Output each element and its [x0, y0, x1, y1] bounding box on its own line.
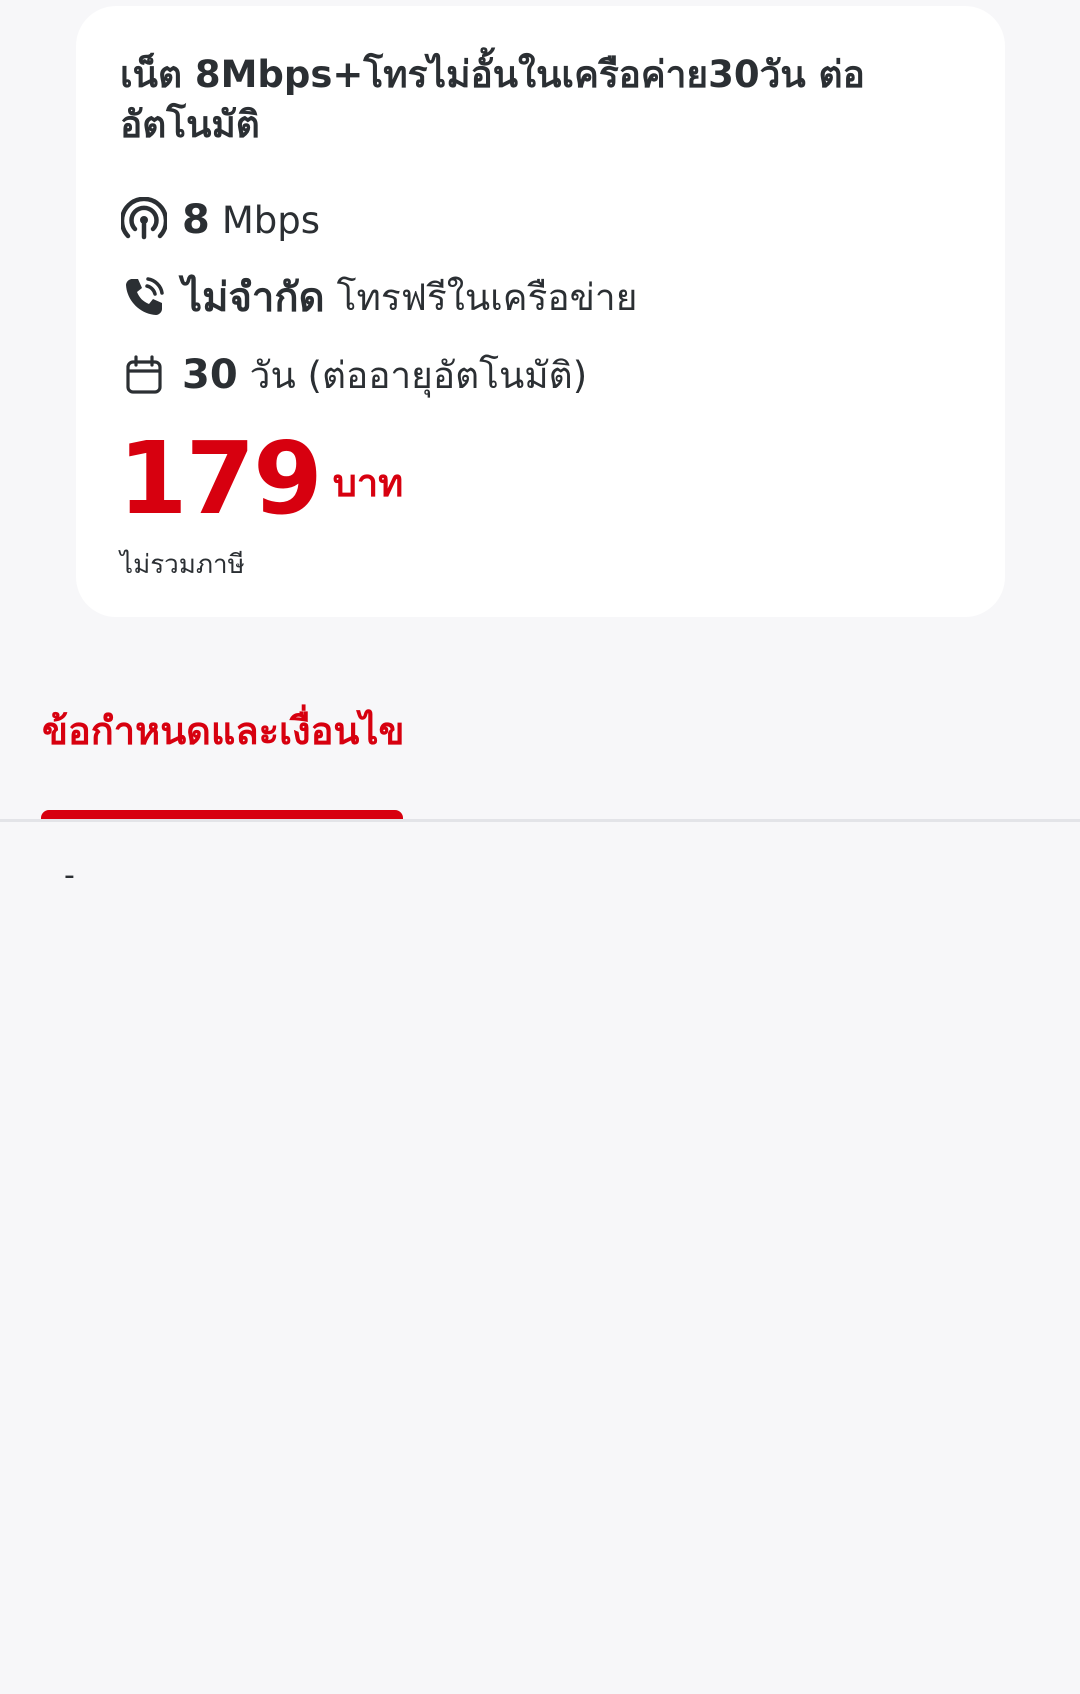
tab-divider — [0, 819, 1080, 822]
price-currency: บาท — [332, 461, 404, 505]
feature-speed-value: 8 — [182, 197, 210, 243]
signal-icon — [120, 196, 168, 244]
feature-speed: 8 Mbps — [120, 190, 320, 250]
feature-calls-desc: โทรฟรีในเครือข่าย — [336, 275, 638, 319]
package-card: เน็ต 8Mbps+โทรไม่อั้นในเครือค่าย30วัน ต่… — [76, 6, 1005, 617]
feature-validity-value: 30 — [182, 352, 238, 398]
phone-call-icon — [120, 273, 168, 321]
feature-validity-desc: วัน (ต่ออายุอัตโนมัติ) — [249, 353, 588, 397]
calendar-icon — [120, 351, 168, 399]
feature-speed-unit: Mbps — [221, 198, 321, 242]
feature-calls-value: ไม่จำกัด — [182, 275, 325, 321]
page: { "package": { "title": "เน็ต 8Mbps+โทรไ… — [0, 0, 1080, 1694]
terms-content: - — [64, 858, 75, 893]
price-value: 179 — [118, 420, 323, 537]
feature-validity: 30 วัน (ต่ออายุอัตโนมัติ) — [120, 345, 587, 405]
feature-calls: ไม่จำกัด โทรฟรีในเครือข่าย — [120, 267, 637, 327]
package-title: เน็ต 8Mbps+โทรไม่อั้นในเครือค่าย30วัน ต่… — [120, 53, 865, 146]
price-row: 179 บาท — [118, 424, 403, 534]
tax-note: ไม่รวมภาษี — [120, 550, 245, 580]
tab-terms-and-conditions[interactable]: ข้อกำหนดและเงื่อนไข — [42, 700, 404, 761]
